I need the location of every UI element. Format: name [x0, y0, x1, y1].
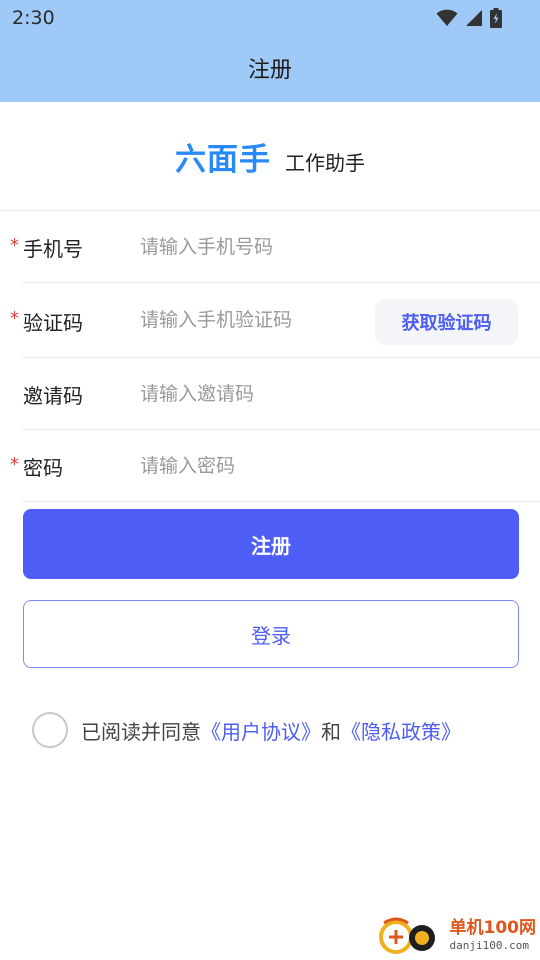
- agreement-prefix: 已阅读并同意: [81, 719, 201, 744]
- invite-row: 邀请码: [0, 358, 540, 430]
- code-input[interactable]: [140, 302, 360, 338]
- password-input[interactable]: [140, 448, 360, 484]
- battery-icon: [490, 8, 502, 28]
- login-button[interactable]: 登录: [23, 600, 519, 668]
- agreement-conjunction: 和: [321, 719, 341, 744]
- required-mark: *: [10, 308, 19, 329]
- invite-input[interactable]: [140, 376, 360, 412]
- invite-label: 邀请码: [23, 383, 83, 408]
- get-code-button[interactable]: 获取验证码: [375, 299, 518, 345]
- watermark-text: 单机100网 danji100.com: [449, 917, 537, 952]
- watermark-logo-icon: [378, 917, 435, 954]
- brand-subtitle: 工作助手: [285, 151, 365, 175]
- user-agreement-link[interactable]: 《用户协议》: [201, 716, 321, 745]
- status-time: 2:30: [12, 7, 55, 29]
- code-row: * 验证码 获取验证码: [0, 284, 540, 358]
- register-button[interactable]: 注册: [23, 509, 519, 579]
- phone-row: * 手机号: [0, 211, 540, 283]
- row-divider: [22, 501, 540, 502]
- signal-icon: [466, 10, 482, 26]
- brand-name: 六面手: [175, 142, 271, 178]
- privacy-policy-link[interactable]: 《隐私政策》: [341, 716, 461, 745]
- page-title: 注册: [247, 58, 292, 83]
- status-icons: [436, 7, 502, 29]
- brand-header: 六面手 工作助手: [0, 134, 540, 178]
- wifi-icon: [436, 9, 458, 26]
- watermark: 单机100网 danji100.com: [378, 912, 537, 958]
- required-mark: *: [10, 235, 19, 256]
- watermark-sub: danji100.com: [449, 938, 529, 952]
- required-mark: *: [10, 454, 19, 475]
- phone-label: 手机号: [23, 236, 83, 261]
- phone-input[interactable]: [140, 229, 360, 265]
- top-app-bar: 2:30 注册: [0, 0, 540, 102]
- watermark-main: 单机100网: [449, 917, 537, 938]
- agreement-checkbox[interactable]: [32, 712, 68, 748]
- code-label: 验证码: [23, 310, 83, 335]
- password-label: 密码: [23, 455, 63, 480]
- row-divider: [22, 282, 540, 283]
- agreement-row: 已阅读并同意 《用户协议》 和 《隐私政策》: [32, 712, 461, 748]
- password-row: * 密码: [0, 430, 540, 502]
